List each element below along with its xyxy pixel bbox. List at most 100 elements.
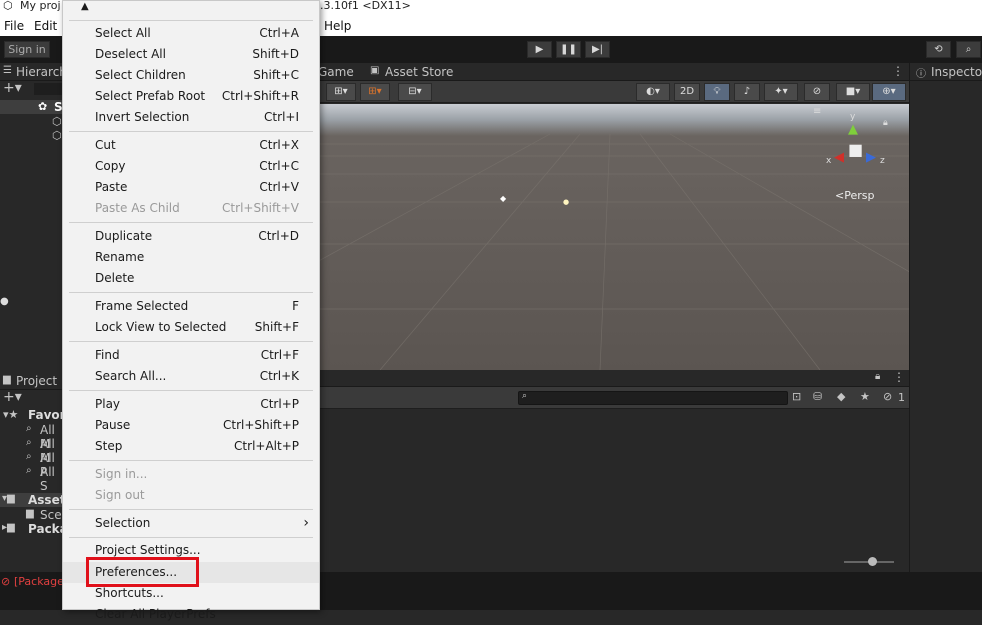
menu-item-label: Lock View to Selected [95,320,227,334]
scroll-up-icon[interactable]: ▲ [81,1,89,12]
menu-item-step[interactable]: Step Ctrl+Alt+P [63,436,319,457]
menu-separator [69,341,313,342]
menu-separator [69,460,313,461]
shading-mode-icon[interactable]: ◐▾ [636,83,670,101]
menu-item-delete[interactable]: Delete [63,268,319,289]
folder-icon: ▆ [3,374,11,385]
menu-item-select-all[interactable]: Select All Ctrl+A [63,23,319,44]
scene-view[interactable]: ◆ ● ≡ 🔒︎ y ▲ x ◀ z ▶ ■ <Persp [320,104,909,370]
more-icon[interactable]: ⋮ [893,370,905,384]
console-header: 🔒︎ ⋮ [320,370,909,387]
fav-item[interactable]: All S [40,465,62,493]
persp-label[interactable]: <Persp [835,189,874,202]
menu-help[interactable]: Help [324,19,351,33]
menu-item-paste-as-child: Paste As Child Ctrl+Shift+V [63,198,319,219]
increment-icon[interactable]: ⊟▾ [398,83,432,101]
folder-icon: ▆ [26,508,34,519]
axis-y-label: y [850,112,856,122]
project-tab[interactable]: Project [16,374,57,388]
menu-item-sign-in: Sign in... [63,464,319,485]
error-icon: ⊘ [1,575,11,588]
menu-item-shortcut: Ctrl+Shift+P [223,418,299,432]
menu-item-duplicate[interactable]: Duplicate Ctrl+D [63,226,319,247]
menu-item-label: Step [95,439,123,453]
hierarchy-search[interactable] [34,83,62,95]
play-button[interactable]: ▶ [527,41,552,58]
menu-item-deselect-all[interactable]: Deselect All Shift+D [63,44,319,65]
lock-icon[interactable]: 🔒︎ [875,371,880,382]
lighting-icon[interactable]: 💡︎ [704,83,730,101]
project-search-input[interactable]: ⌕ [518,391,788,405]
search-icon[interactable]: ⌕ [956,41,981,58]
favorite-star-icon[interactable]: ★ [860,390,870,403]
menu-item-shortcut: Ctrl+X [259,138,299,152]
snap-icon[interactable]: ⊞▾ [326,83,356,101]
scene-unity-icon: ✿ [38,100,48,113]
menu-item-copy[interactable]: Copy Ctrl+C [63,156,319,177]
menu-item-rename[interactable]: Rename [63,247,319,268]
menu-item-select-children[interactable]: Select Children Shift+C [63,65,319,86]
menu-item-shortcut: Ctrl+V [259,180,299,194]
sign-in-label: Sign in [8,43,46,56]
step-button[interactable]: ▶| [585,41,610,58]
sign-in-button[interactable]: Sign in [4,41,50,58]
window-title-right: .3.10f1 <DX11> [320,0,411,12]
menu-item-play[interactable]: Play Ctrl+P [63,394,319,415]
visibility-icon[interactable]: ⊘ [804,83,830,101]
camera-gizmo-icon[interactable]: ◆ [500,194,506,203]
menu-item-label: Paste [95,180,128,194]
menu-item-label: Copy [95,159,126,173]
fav-search-icon: ⌕ [26,437,32,448]
add-icon[interactable]: +▾ [3,389,22,405]
assets-row[interactable]: ▾▆ Asset [0,493,65,507]
gizmos-icon[interactable]: ⊕▾ [872,83,906,101]
axis-x-label: x [826,156,832,166]
menu-item-invert-selection[interactable]: Invert Selection Ctrl+I [63,107,319,128]
hamburger-icon[interactable]: ≡ [813,106,821,117]
orientation-gizmo[interactable]: y ▲ x ◀ z ▶ ■ [826,112,888,176]
menu-item-pause[interactable]: Pause Ctrl+Shift+P [63,415,319,436]
view-2d-button[interactable]: 2D [674,83,700,101]
menu-item-shortcut: Shift+C [253,68,299,82]
tab-game[interactable]: Game [318,65,354,79]
camera-icon[interactable]: ■▾ [836,83,870,101]
menu-item-selection[interactable]: Selection › [63,513,319,534]
inspector-tab[interactable]: Inspector [931,65,982,79]
menu-item-shortcut: Ctrl+Shift+R [221,89,299,103]
label-icon[interactable]: ◆ [837,390,845,403]
status-error-text[interactable]: [Package [14,575,64,588]
menu-file[interactable]: File [4,19,24,33]
grid-snap-icon[interactable]: ⊞▾ [360,83,390,101]
menu-item-frame-selected[interactable]: Frame Selected F [63,296,319,317]
menu-item-label: Find [95,348,120,362]
splitter-handle-icon[interactable]: ● [0,296,9,307]
filter-icon[interactable]: ⛁ [813,390,822,403]
tab-asset-store[interactable]: Asset Store [385,65,453,79]
more-icon[interactable]: ⋮ [892,64,904,78]
menu-item-clear-playerprefs[interactable]: Clear All PlayerPrefs [63,604,319,625]
menu-item-shortcut: Ctrl+K [259,369,299,383]
menu-item-lock-view[interactable]: Lock View to Selected Shift+F [63,317,319,338]
menu-edit[interactable]: Edit [34,19,57,33]
history-icon[interactable]: ⟲ [926,41,951,58]
menu-item-find[interactable]: Find Ctrl+F [63,345,319,366]
effects-icon[interactable]: ✦▾ [764,83,798,101]
menu-item-label: Clear All PlayerPrefs [95,607,216,621]
menu-item-label: Select All [95,26,151,40]
pause-button[interactable]: ❚❚ [556,41,581,58]
menu-item-cut[interactable]: Cut Ctrl+X [63,135,319,156]
menu-separator [69,292,313,293]
slider-thumb[interactable] [868,557,877,566]
menu-item-label: Sign in... [95,467,148,481]
menu-item-select-prefab-root[interactable]: Select Prefab Root Ctrl+Shift+R [63,86,319,107]
light-gizmo-icon[interactable]: ● [563,198,569,206]
hierarchy-tab[interactable]: Hierarch [16,65,67,79]
menu-item-search-all[interactable]: Search All... Ctrl+K [63,366,319,387]
menu-item-shortcut: Shift+F [254,320,299,334]
audio-icon[interactable]: ♪ [734,83,760,101]
search-by-type-icon[interactable]: ⊡ [792,390,801,403]
menu-item-paste[interactable]: Paste Ctrl+V [63,177,319,198]
hidden-packages-icon[interactable]: ⊘ [883,390,892,403]
add-icon[interactable]: +▾ [3,80,22,96]
scene-row[interactable]: ✿ S [0,100,63,114]
